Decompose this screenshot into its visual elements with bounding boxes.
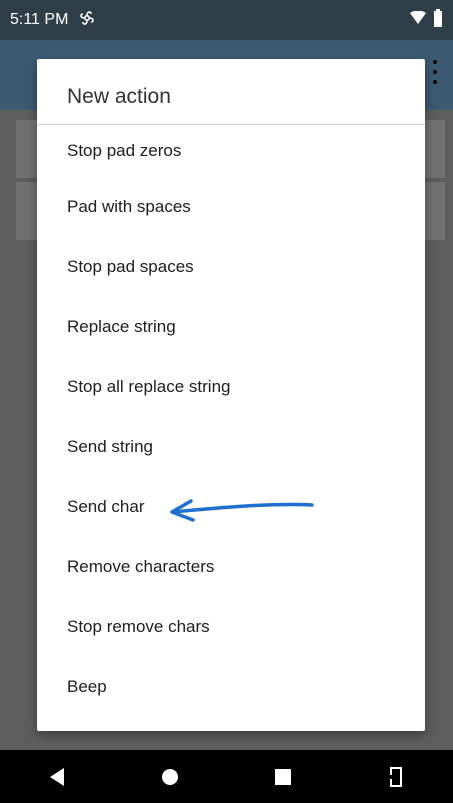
back-icon[interactable] — [27, 750, 87, 803]
annotation-arrow-icon — [170, 499, 314, 522]
action-item-send-string[interactable]: Send string — [37, 417, 425, 477]
action-item-remove-characters[interactable]: Remove characters — [37, 537, 425, 597]
status-bar: 5:11 PM — [0, 0, 453, 40]
action-item-pad-with-spaces[interactable]: Pad with spaces — [37, 177, 425, 237]
action-list: Stop pad zeros Pad with spaces Stop pad … — [37, 125, 425, 717]
action-item-stop-pad-spaces[interactable]: Stop pad spaces — [37, 237, 425, 297]
battery-icon — [433, 8, 443, 32]
wifi-icon — [409, 10, 427, 30]
home-icon[interactable] — [140, 750, 200, 803]
status-left: 5:11 PM — [10, 9, 96, 32]
dialog-title: New action — [37, 59, 425, 125]
action-item-beep[interactable]: Beep — [37, 657, 425, 717]
navigation-bar — [0, 750, 453, 803]
status-time: 5:11 PM — [10, 11, 69, 28]
action-item-replace-string[interactable]: Replace string — [37, 297, 425, 357]
rotate-icon[interactable] — [366, 750, 426, 803]
status-right — [409, 8, 443, 32]
action-item-stop-all-replace-string[interactable]: Stop all replace string — [37, 357, 425, 417]
recents-icon[interactable] — [253, 750, 313, 803]
new-action-dialog: New action Stop pad zeros Pad with space… — [37, 59, 425, 731]
action-item-stop-pad-zeros[interactable]: Stop pad zeros — [37, 125, 425, 177]
pinwheel-icon — [78, 9, 96, 32]
overflow-menu-icon[interactable] — [433, 60, 439, 84]
action-item-stop-remove-chars[interactable]: Stop remove chars — [37, 597, 425, 657]
